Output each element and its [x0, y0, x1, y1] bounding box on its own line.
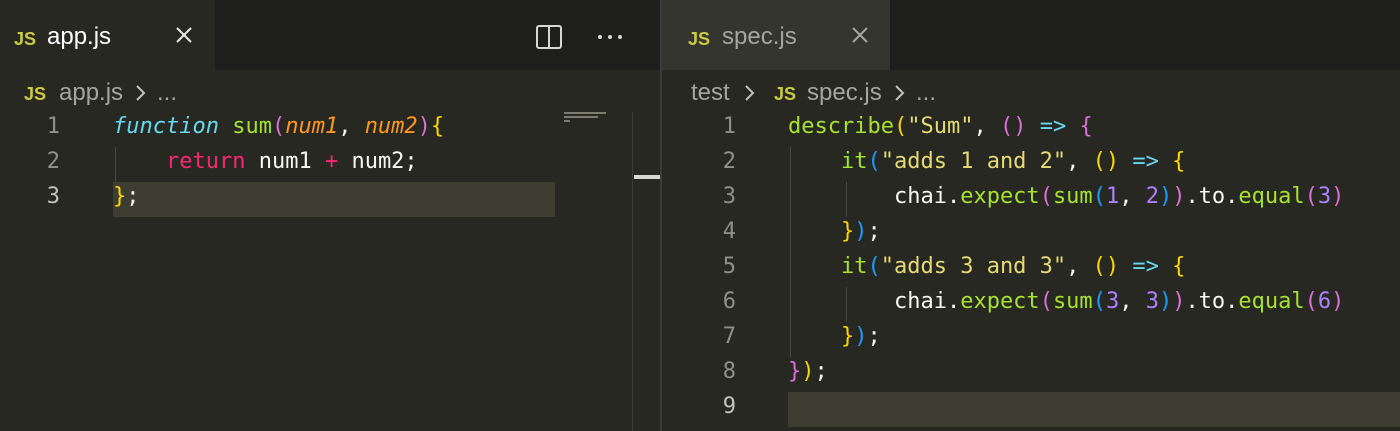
minimap[interactable]	[560, 110, 660, 431]
code-text: chai.expect(sum(1, 2)).to.equal(3)	[893, 184, 1345, 209]
chevron-right-icon	[133, 84, 147, 102]
code-line[interactable]: 1 describe("Sum", () => {	[662, 112, 1400, 147]
line-number: 4	[722, 219, 736, 244]
breadcrumb: JS app.js ...	[0, 78, 560, 108]
code-text: };	[113, 184, 140, 209]
scrollbar-slider[interactable]	[634, 175, 660, 179]
breadcrumb-file[interactable]: app.js	[59, 79, 123, 107]
breadcrumb-file[interactable]: spec.js	[807, 79, 882, 107]
more-actions-icon[interactable]	[595, 22, 625, 52]
minimap-line	[564, 120, 570, 122]
code-line[interactable]: 3 chai.expect(sum(1, 2)).to.equal(3)	[662, 182, 1400, 217]
line-number: 1	[46, 114, 60, 139]
chevron-right-icon	[742, 84, 756, 102]
line-number: 6	[722, 289, 736, 314]
code-line[interactable]: 1 function sum(num1, num2){	[0, 112, 560, 147]
minimap-line	[564, 116, 598, 118]
tab-label: app.js	[47, 23, 112, 50]
code-text: function sum(num1, num2){	[113, 114, 445, 139]
breadcrumb-symbols[interactable]: ...	[157, 79, 177, 107]
tab-label: spec.js	[722, 23, 797, 50]
line-number: 1	[722, 114, 736, 139]
breadcrumb: test JS spec.js ...	[662, 78, 1400, 108]
breadcrumb-folder[interactable]: test	[691, 79, 730, 107]
js-file-icon: JS	[24, 84, 47, 104]
line-number: 2	[46, 149, 60, 174]
line-number: 3	[46, 184, 60, 209]
close-icon[interactable]	[849, 24, 871, 46]
line-number: 5	[722, 254, 736, 279]
chevron-right-icon	[892, 84, 906, 102]
line-number: 2	[722, 149, 736, 174]
code-line[interactable]: 6 chai.expect(sum(3, 3)).to.equal(6)	[662, 287, 1400, 322]
code-line[interactable]: 9	[662, 392, 1400, 427]
code-line[interactable]: 4 });	[662, 217, 1400, 252]
code-text: describe("Sum", () => {	[788, 114, 1093, 139]
js-file-icon: JS	[14, 29, 37, 49]
js-file-icon: JS	[688, 29, 711, 49]
split-editor-icon[interactable]	[534, 22, 564, 52]
code-text: chai.expect(sum(3, 3)).to.equal(6)	[893, 289, 1345, 314]
code-line[interactable]: 7 });	[662, 322, 1400, 357]
right-tab-bar: JS spec.js	[662, 0, 1400, 70]
code-line[interactable]: 2 it("adds 1 and 2", () => {	[662, 147, 1400, 182]
left-tab-bar: JS app.js	[0, 0, 660, 70]
code-text: it("adds 1 and 2", () => {	[840, 149, 1186, 174]
right-editor-group: JS spec.js test JS spec.js ... 1 describ…	[662, 0, 1400, 431]
code-line[interactable]: 5 it("adds 3 and 3", () => {	[662, 252, 1400, 287]
left-editor-group: JS app.js JS app.js ... 1 function sum(n…	[0, 0, 660, 431]
code-text: });	[840, 219, 881, 244]
code-line[interactable]: 8 });	[662, 357, 1400, 392]
code-line[interactable]: 3 };	[0, 182, 560, 217]
code-line[interactable]: 2 return num1 + num2;	[0, 147, 560, 182]
line-number: 3	[722, 184, 736, 209]
code-text: return num1 + num2;	[165, 149, 418, 174]
line-number: 8	[722, 359, 736, 384]
tab-app-js[interactable]: JS app.js	[0, 0, 215, 70]
code-text: it("adds 3 and 3", () => {	[840, 254, 1186, 279]
close-icon[interactable]	[173, 24, 195, 46]
breadcrumb-symbols[interactable]: ...	[916, 79, 936, 107]
js-file-icon: JS	[774, 84, 797, 104]
code-text: });	[840, 324, 881, 349]
tab-spec-js[interactable]: JS spec.js	[662, 0, 890, 70]
code-text: });	[788, 359, 828, 384]
line-number: 7	[722, 324, 736, 349]
line-number: 9	[722, 394, 736, 419]
minimap-line	[564, 112, 606, 114]
